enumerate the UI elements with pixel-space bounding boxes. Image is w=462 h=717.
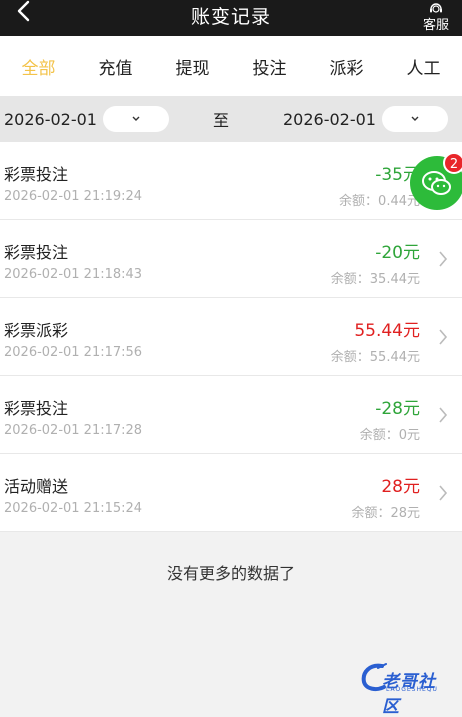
record-type: 彩票投注 [4, 165, 69, 184]
end-date: 2026-02-01 [283, 109, 376, 129]
chevron-right-icon [439, 329, 448, 345]
chevron-right-icon [439, 407, 448, 423]
record-balance: 余额：0.44元 [339, 194, 420, 209]
record-row[interactable]: 彩票投注 2026-02-01 21:18:43 -20元 余额：35.44元 [0, 220, 462, 298]
record-row[interactable]: 彩票投注 2026-02-01 21:19:24 -35元 余额：0.44元 [0, 142, 462, 220]
chevron-right-icon [439, 251, 448, 267]
tab-all[interactable]: 全部 [0, 54, 77, 79]
record-balance: 余额：28元 [351, 506, 420, 521]
record-list: 彩票投注 2026-02-01 21:19:24 -35元 余额：0.44元 彩… [0, 142, 462, 532]
record-amount: -28元 [375, 399, 420, 419]
chevron-right-icon [439, 485, 448, 501]
customer-service-label: 客服 [422, 18, 449, 33]
start-date-dropdown[interactable] [102, 106, 169, 132]
floating-chat-button[interactable]: 2 [410, 152, 462, 210]
page-title: 账变记录 [190, 6, 271, 28]
record-amount: 55.44元 [354, 321, 420, 341]
record-time: 2026-02-01 21:17:56 [4, 345, 143, 360]
record-type: 彩票投注 [4, 243, 69, 262]
record-balance: 余额：35.44元 [330, 272, 420, 287]
tab-recharge[interactable]: 充值 [77, 54, 154, 79]
record-balance: 余额：55.44元 [330, 350, 420, 365]
record-type: 活动赠送 [4, 477, 69, 496]
record-row[interactable]: 彩票投注 2026-02-01 21:17:28 -28元 余额：0元 [0, 376, 462, 454]
record-time: 2026-02-01 21:19:24 [4, 189, 143, 204]
tab-bet[interactable]: 投注 [231, 54, 308, 79]
record-row[interactable]: 彩票派彩 2026-02-01 21:17:56 55.44元 余额：55.44… [0, 298, 462, 376]
start-date: 2026-02-01 [4, 109, 97, 129]
chevron-down-icon [132, 116, 140, 121]
tab-withdraw[interactable]: 提现 [154, 54, 231, 79]
no-more-data-text: 没有更多的数据了 [166, 564, 295, 583]
chevron-down-icon [411, 116, 419, 121]
record-type: 彩票投注 [4, 399, 69, 418]
record-type: 彩票派彩 [4, 321, 69, 340]
filter-tabs: 全部 充值 提现 投注 派彩 人工 [0, 36, 462, 96]
record-balance: 余额：0元 [359, 428, 420, 443]
top-nav-bar: 账变记录 客服 [0, 0, 462, 36]
customer-service-button[interactable]: 客服 [420, 0, 452, 36]
tab-manual[interactable]: 人工 [385, 54, 462, 79]
unread-badge: 2 [443, 152, 462, 174]
logo-subtext: LAOGESHEQU [386, 686, 438, 693]
record-time: 2026-02-01 21:15:24 [4, 501, 143, 516]
range-to-label: 至 [212, 111, 229, 130]
record-amount: -20元 [375, 243, 420, 263]
record-amount: 28元 [381, 477, 420, 497]
brand-logo: 老哥社区 LAOGESHEQU [360, 660, 452, 717]
tab-payout[interactable]: 派彩 [308, 54, 385, 79]
end-date-dropdown[interactable] [381, 106, 448, 132]
date-range-bar: 2026-02-01 至 2026-02-01 [0, 96, 462, 142]
record-time: 2026-02-01 21:18:43 [4, 267, 143, 282]
record-row[interactable]: 活动赠送 2026-02-01 21:15:24 28元 余额：28元 [0, 454, 462, 532]
record-time: 2026-02-01 21:17:28 [4, 423, 143, 438]
